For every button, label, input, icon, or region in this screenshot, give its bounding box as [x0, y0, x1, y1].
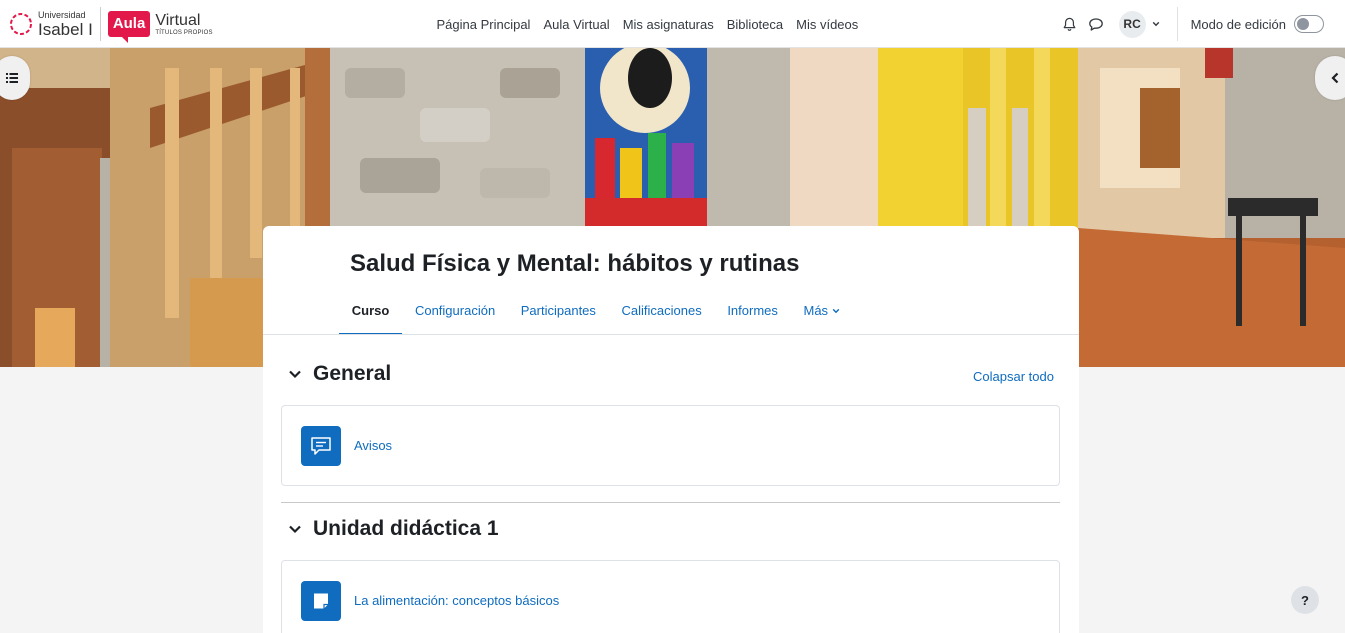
virtual-text: Virtual [155, 11, 201, 29]
edit-mode-label: Modo de edición [1190, 16, 1286, 32]
navbar-right-tools: RC Modo de edición [1057, 0, 1345, 48]
messages-button[interactable] [1083, 11, 1109, 37]
navbar-divider [1176, 7, 1178, 41]
section-collapse-chevron-icon[interactable] [287, 521, 303, 537]
collapse-all-link[interactable]: Colapsar todo [973, 369, 1054, 384]
page-icon [314, 593, 328, 608]
brand-divider [99, 7, 101, 41]
nav-mis-videos[interactable]: Mis vídeos [790, 17, 865, 32]
chevron-left-icon [1331, 72, 1339, 84]
help-button[interactable]: ? [1291, 586, 1319, 614]
university-name: Isabel I [38, 19, 93, 39]
nav-mis-asignaturas[interactable]: Mis asignaturas [616, 17, 720, 32]
chevron-down-icon [832, 308, 839, 314]
section-divider [281, 502, 1060, 503]
forum-icon [311, 436, 331, 455]
tab-curso[interactable]: Curso [339, 296, 403, 335]
brand-subtitle: TÍTULOS PROPIOS [155, 29, 213, 36]
tab-participantes[interactable]: Participantes [508, 296, 609, 335]
activity-link-alimentacion[interactable]: La alimentación: conceptos básicos [354, 593, 559, 608]
university-seal-icon [10, 13, 32, 35]
toggle-knob [1297, 18, 1309, 30]
university-small-text: Universidad [38, 9, 86, 20]
section-unidad-1-header: Unidad didáctica 1 [287, 517, 499, 541]
activity-item: La alimentación: conceptos básicos [281, 560, 1060, 633]
section-general-header: General [287, 362, 391, 386]
edit-mode-toggle[interactable] [1294, 15, 1324, 33]
chat-bubble-icon [1088, 17, 1103, 31]
activity-icon-box [301, 425, 341, 466]
course-index-drawer-toggle[interactable] [0, 56, 30, 100]
course-secondary-navigation: Curso Configuración Participantes Califi… [339, 296, 852, 335]
block-drawer-toggle[interactable] [1315, 56, 1345, 100]
tab-mas-label: Más [803, 303, 829, 318]
tab-calificaciones[interactable]: Calificaciones [609, 296, 715, 335]
tab-configuracion[interactable]: Configuración [402, 296, 508, 335]
user-avatar[interactable]: RC [1118, 10, 1146, 38]
brand-logo[interactable]: Universidad Isabel I Aula Virtual TÍTULO… [8, 6, 213, 43]
nav-biblioteca[interactable]: Biblioteca [720, 17, 789, 32]
list-icon [6, 73, 18, 83]
nav-pagina-principal[interactable]: Página Principal [430, 17, 537, 32]
university-logo: Universidad Isabel I [8, 9, 93, 39]
activity-link-avisos[interactable]: Avisos [354, 438, 392, 453]
primary-navigation: Página Principal Aula Virtual Mis asigna… [430, 0, 865, 48]
tab-informes[interactable]: Informes [715, 296, 791, 335]
course-title: Salud Física y Mental: hábitos y rutinas [350, 250, 800, 277]
section-title[interactable]: Unidad didáctica 1 [313, 517, 499, 541]
notifications-button[interactable] [1057, 11, 1083, 37]
aula-badge: Aula [107, 11, 151, 43]
section-title[interactable]: General [313, 362, 391, 386]
tab-mas[interactable]: Más [791, 296, 853, 335]
secondary-nav-divider [263, 334, 1079, 335]
activity-icon-box [301, 580, 341, 621]
activity-item: Avisos [281, 405, 1060, 486]
section-collapse-chevron-icon[interactable] [287, 366, 303, 382]
top-navbar: Universidad Isabel I Aula Virtual TÍTULO… [0, 0, 1345, 48]
nav-aula-virtual[interactable]: Aula Virtual [537, 17, 616, 32]
user-menu-chevron-icon[interactable] [1152, 20, 1160, 28]
bell-icon [1063, 17, 1076, 31]
course-content-card: Salud Física y Mental: hábitos y rutinas… [263, 226, 1079, 633]
